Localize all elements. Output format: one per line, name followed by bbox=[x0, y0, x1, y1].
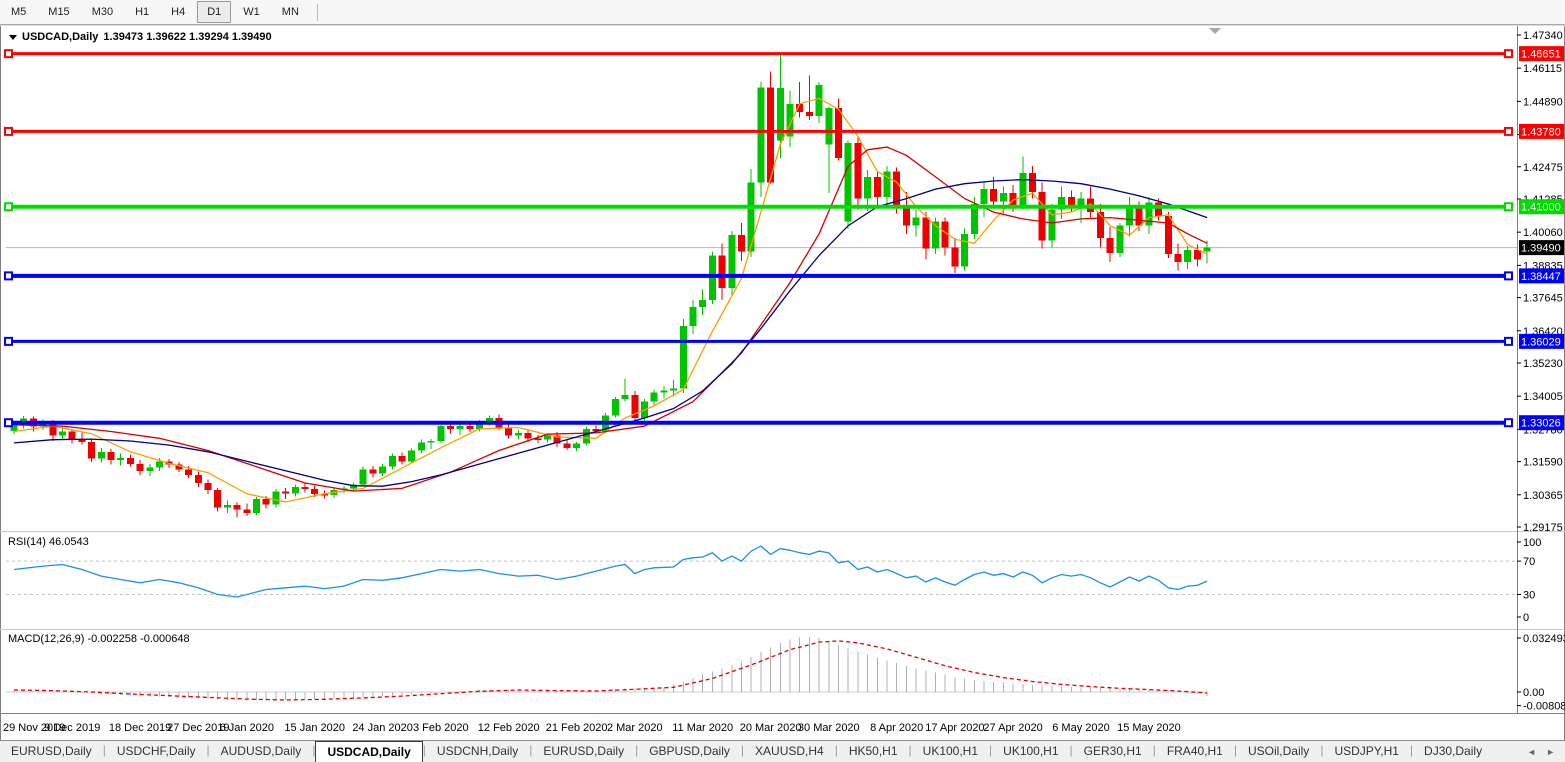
symbol-tab-GER30-H1[interactable]: GER30,H1 bbox=[1073, 741, 1153, 762]
chart-canvas[interactable]: 1.473401.461151.448901.436651.424751.412… bbox=[0, 0, 1565, 741]
svg-text:1.35230: 1.35230 bbox=[1523, 358, 1563, 370]
symbol-tab-USDCHF-Daily[interactable]: USDCHF,Daily bbox=[106, 741, 207, 762]
price-badge-1.43780: 1.43780 bbox=[1519, 124, 1564, 139]
symbol-tab-UK100-H1[interactable]: UK100,H1 bbox=[992, 741, 1069, 762]
svg-text:1.47340: 1.47340 bbox=[1523, 30, 1563, 42]
svg-text:12 Feb 2020: 12 Feb 2020 bbox=[478, 722, 540, 734]
symbol-tabs: EURUSD,Daily|USDCHF,Daily|AUDUSD,Daily|U… bbox=[0, 741, 1493, 762]
svg-text:1.46651: 1.46651 bbox=[1521, 49, 1561, 61]
svg-text:1.46115: 1.46115 bbox=[1523, 63, 1562, 75]
chart-ohlc-values: 1.39473 1.39622 1.39294 1.39490 bbox=[103, 31, 271, 43]
timeframe-button-H4[interactable]: H4 bbox=[161, 1, 195, 23]
chart-title: USDCAD,Daily 1.39473 1.39622 1.39294 1.3… bbox=[9, 31, 272, 43]
svg-text:0: 0 bbox=[1523, 612, 1529, 624]
svg-text:17 Apr 2020: 17 Apr 2020 bbox=[925, 722, 984, 734]
svg-text:1.29175: 1.29175 bbox=[1523, 522, 1563, 534]
svg-text:1.34005: 1.34005 bbox=[1523, 391, 1563, 403]
svg-text:1.44890: 1.44890 bbox=[1523, 96, 1563, 108]
svg-text:9 Dec 2019: 9 Dec 2019 bbox=[44, 722, 100, 734]
price-badge-1.46651: 1.46651 bbox=[1519, 46, 1564, 61]
timeframe-button-M15[interactable]: M15 bbox=[38, 1, 79, 23]
svg-text:2 Mar 2020: 2 Mar 2020 bbox=[607, 722, 663, 734]
symbol-tab-AUDUSD-Daily[interactable]: AUDUSD,Daily bbox=[210, 741, 313, 762]
svg-text:1.31590: 1.31590 bbox=[1523, 457, 1563, 469]
symbol-tab-bar: EURUSD,Daily|USDCHF,Daily|AUDUSD,Daily|U… bbox=[0, 740, 1565, 762]
svg-text:21 Feb 2020: 21 Feb 2020 bbox=[546, 722, 608, 734]
timeframe-button-H1[interactable]: H1 bbox=[125, 1, 159, 23]
chart-symbol-period: USDCAD,Daily bbox=[22, 31, 98, 43]
timeframe-toolbar: M5M15M30H1H4D1W1MN bbox=[0, 0, 1565, 25]
svg-text:20 Mar 2020: 20 Mar 2020 bbox=[740, 722, 802, 734]
macd-indicator-label: MACD(12,26,9) -0.002258 -0.000648 bbox=[8, 633, 190, 645]
tab-scroll-left-icon[interactable]: ◄ bbox=[1527, 747, 1536, 757]
svg-text:24 Jan 2020: 24 Jan 2020 bbox=[352, 722, 413, 734]
svg-text:0.00: 0.00 bbox=[1523, 687, 1544, 699]
svg-text:1.30365: 1.30365 bbox=[1523, 490, 1563, 502]
symbol-tab-USDCAD-Daily[interactable]: USDCAD,Daily bbox=[315, 741, 422, 762]
symbol-tab-EURUSD-Daily[interactable]: EURUSD,Daily bbox=[532, 741, 635, 762]
timeframe-button-D1[interactable]: D1 bbox=[197, 1, 231, 23]
svg-text:15 May 2020: 15 May 2020 bbox=[1117, 722, 1181, 734]
svg-text:11 Mar 2020: 11 Mar 2020 bbox=[672, 722, 733, 734]
symbol-tab-USDCNH-Daily[interactable]: USDCNH,Daily bbox=[426, 741, 529, 762]
svg-text:0.032493: 0.032493 bbox=[1523, 633, 1565, 645]
svg-text:18 Dec 2019: 18 Dec 2019 bbox=[109, 722, 171, 734]
svg-text:1.43780: 1.43780 bbox=[1521, 126, 1561, 138]
symbol-tab-USDJPY-H1[interactable]: USDJPY,H1 bbox=[1323, 741, 1409, 762]
trading-app-window: M5M15M30H1H4D1W1MN 1.47340 1.46115 1.44890… bbox=[0, 0, 1565, 762]
svg-text:1.39490: 1.39490 bbox=[1521, 243, 1561, 255]
svg-text:70: 70 bbox=[1523, 556, 1535, 568]
svg-text:6 May 2020: 6 May 2020 bbox=[1052, 722, 1109, 734]
price-badge-1.38447: 1.38447 bbox=[1519, 268, 1564, 283]
svg-text:1.38447: 1.38447 bbox=[1521, 271, 1561, 283]
current-price-badge: 1.39490 bbox=[1519, 240, 1564, 255]
symbol-tab-FRA40-H1[interactable]: FRA40,H1 bbox=[1156, 741, 1234, 762]
timeframe-button-W1[interactable]: W1 bbox=[233, 1, 270, 23]
svg-text:1.41000: 1.41000 bbox=[1521, 202, 1561, 214]
svg-text:15 Jan 2020: 15 Jan 2020 bbox=[284, 722, 345, 734]
svg-text:3 Feb 2020: 3 Feb 2020 bbox=[413, 722, 469, 734]
symbol-tab-EURUSD-Daily[interactable]: EURUSD,Daily bbox=[0, 741, 103, 762]
svg-text:1.33026: 1.33026 bbox=[1521, 418, 1561, 430]
symbol-tab-XAUUSD-H4[interactable]: XAUUSD,H4 bbox=[744, 741, 835, 762]
toolbar-separator bbox=[317, 4, 318, 21]
timeframe-button-M30[interactable]: M30 bbox=[82, 1, 123, 23]
svg-text:1.37645: 1.37645 bbox=[1523, 293, 1563, 305]
symbol-tab-USOil-Daily[interactable]: USOil,Daily bbox=[1237, 741, 1320, 762]
price-badge-1.41000: 1.41000 bbox=[1519, 199, 1564, 214]
symbol-tab-HK50-H1[interactable]: HK50,H1 bbox=[838, 741, 909, 762]
svg-text:8 Apr 2020: 8 Apr 2020 bbox=[870, 722, 923, 734]
svg-text:-0.008086: -0.008086 bbox=[1523, 701, 1565, 713]
tab-scroll-right-icon[interactable]: ► bbox=[1546, 747, 1555, 757]
rsi-indicator-label: RSI(14) 46.0543 bbox=[8, 536, 89, 548]
svg-text:1.42475: 1.42475 bbox=[1523, 162, 1563, 174]
tab-scroll-arrows: ◄ ► bbox=[1517, 741, 1565, 762]
symbol-dropdown-caret-icon[interactable] bbox=[9, 35, 17, 40]
svg-text:27 Apr 2020: 27 Apr 2020 bbox=[983, 722, 1042, 734]
svg-text:1.40060: 1.40060 bbox=[1523, 227, 1563, 239]
svg-text:100: 100 bbox=[1523, 537, 1541, 549]
symbol-tab-UK100-H1[interactable]: UK100,H1 bbox=[912, 741, 989, 762]
price-badge-1.33026: 1.33026 bbox=[1519, 415, 1564, 430]
symbol-tab-GBPUSD-Daily[interactable]: GBPUSD,Daily bbox=[638, 741, 741, 762]
svg-text:6 Jan 2020: 6 Jan 2020 bbox=[220, 722, 274, 734]
symbol-tab-DJ30-Daily[interactable]: DJ30,Daily bbox=[1413, 741, 1493, 762]
svg-text:30 Mar 2020: 30 Mar 2020 bbox=[798, 722, 860, 734]
timeframe-button-M5[interactable]: M5 bbox=[1, 1, 36, 23]
svg-text:30: 30 bbox=[1523, 589, 1535, 601]
date-axis: 29 Nov 20199 Dec 201918 Dec 201927 Dec 2… bbox=[3, 722, 1181, 734]
price-badge-1.36029: 1.36029 bbox=[1519, 334, 1564, 349]
svg-text:1.36029: 1.36029 bbox=[1521, 336, 1561, 348]
timeframe-button-MN[interactable]: MN bbox=[272, 1, 309, 23]
